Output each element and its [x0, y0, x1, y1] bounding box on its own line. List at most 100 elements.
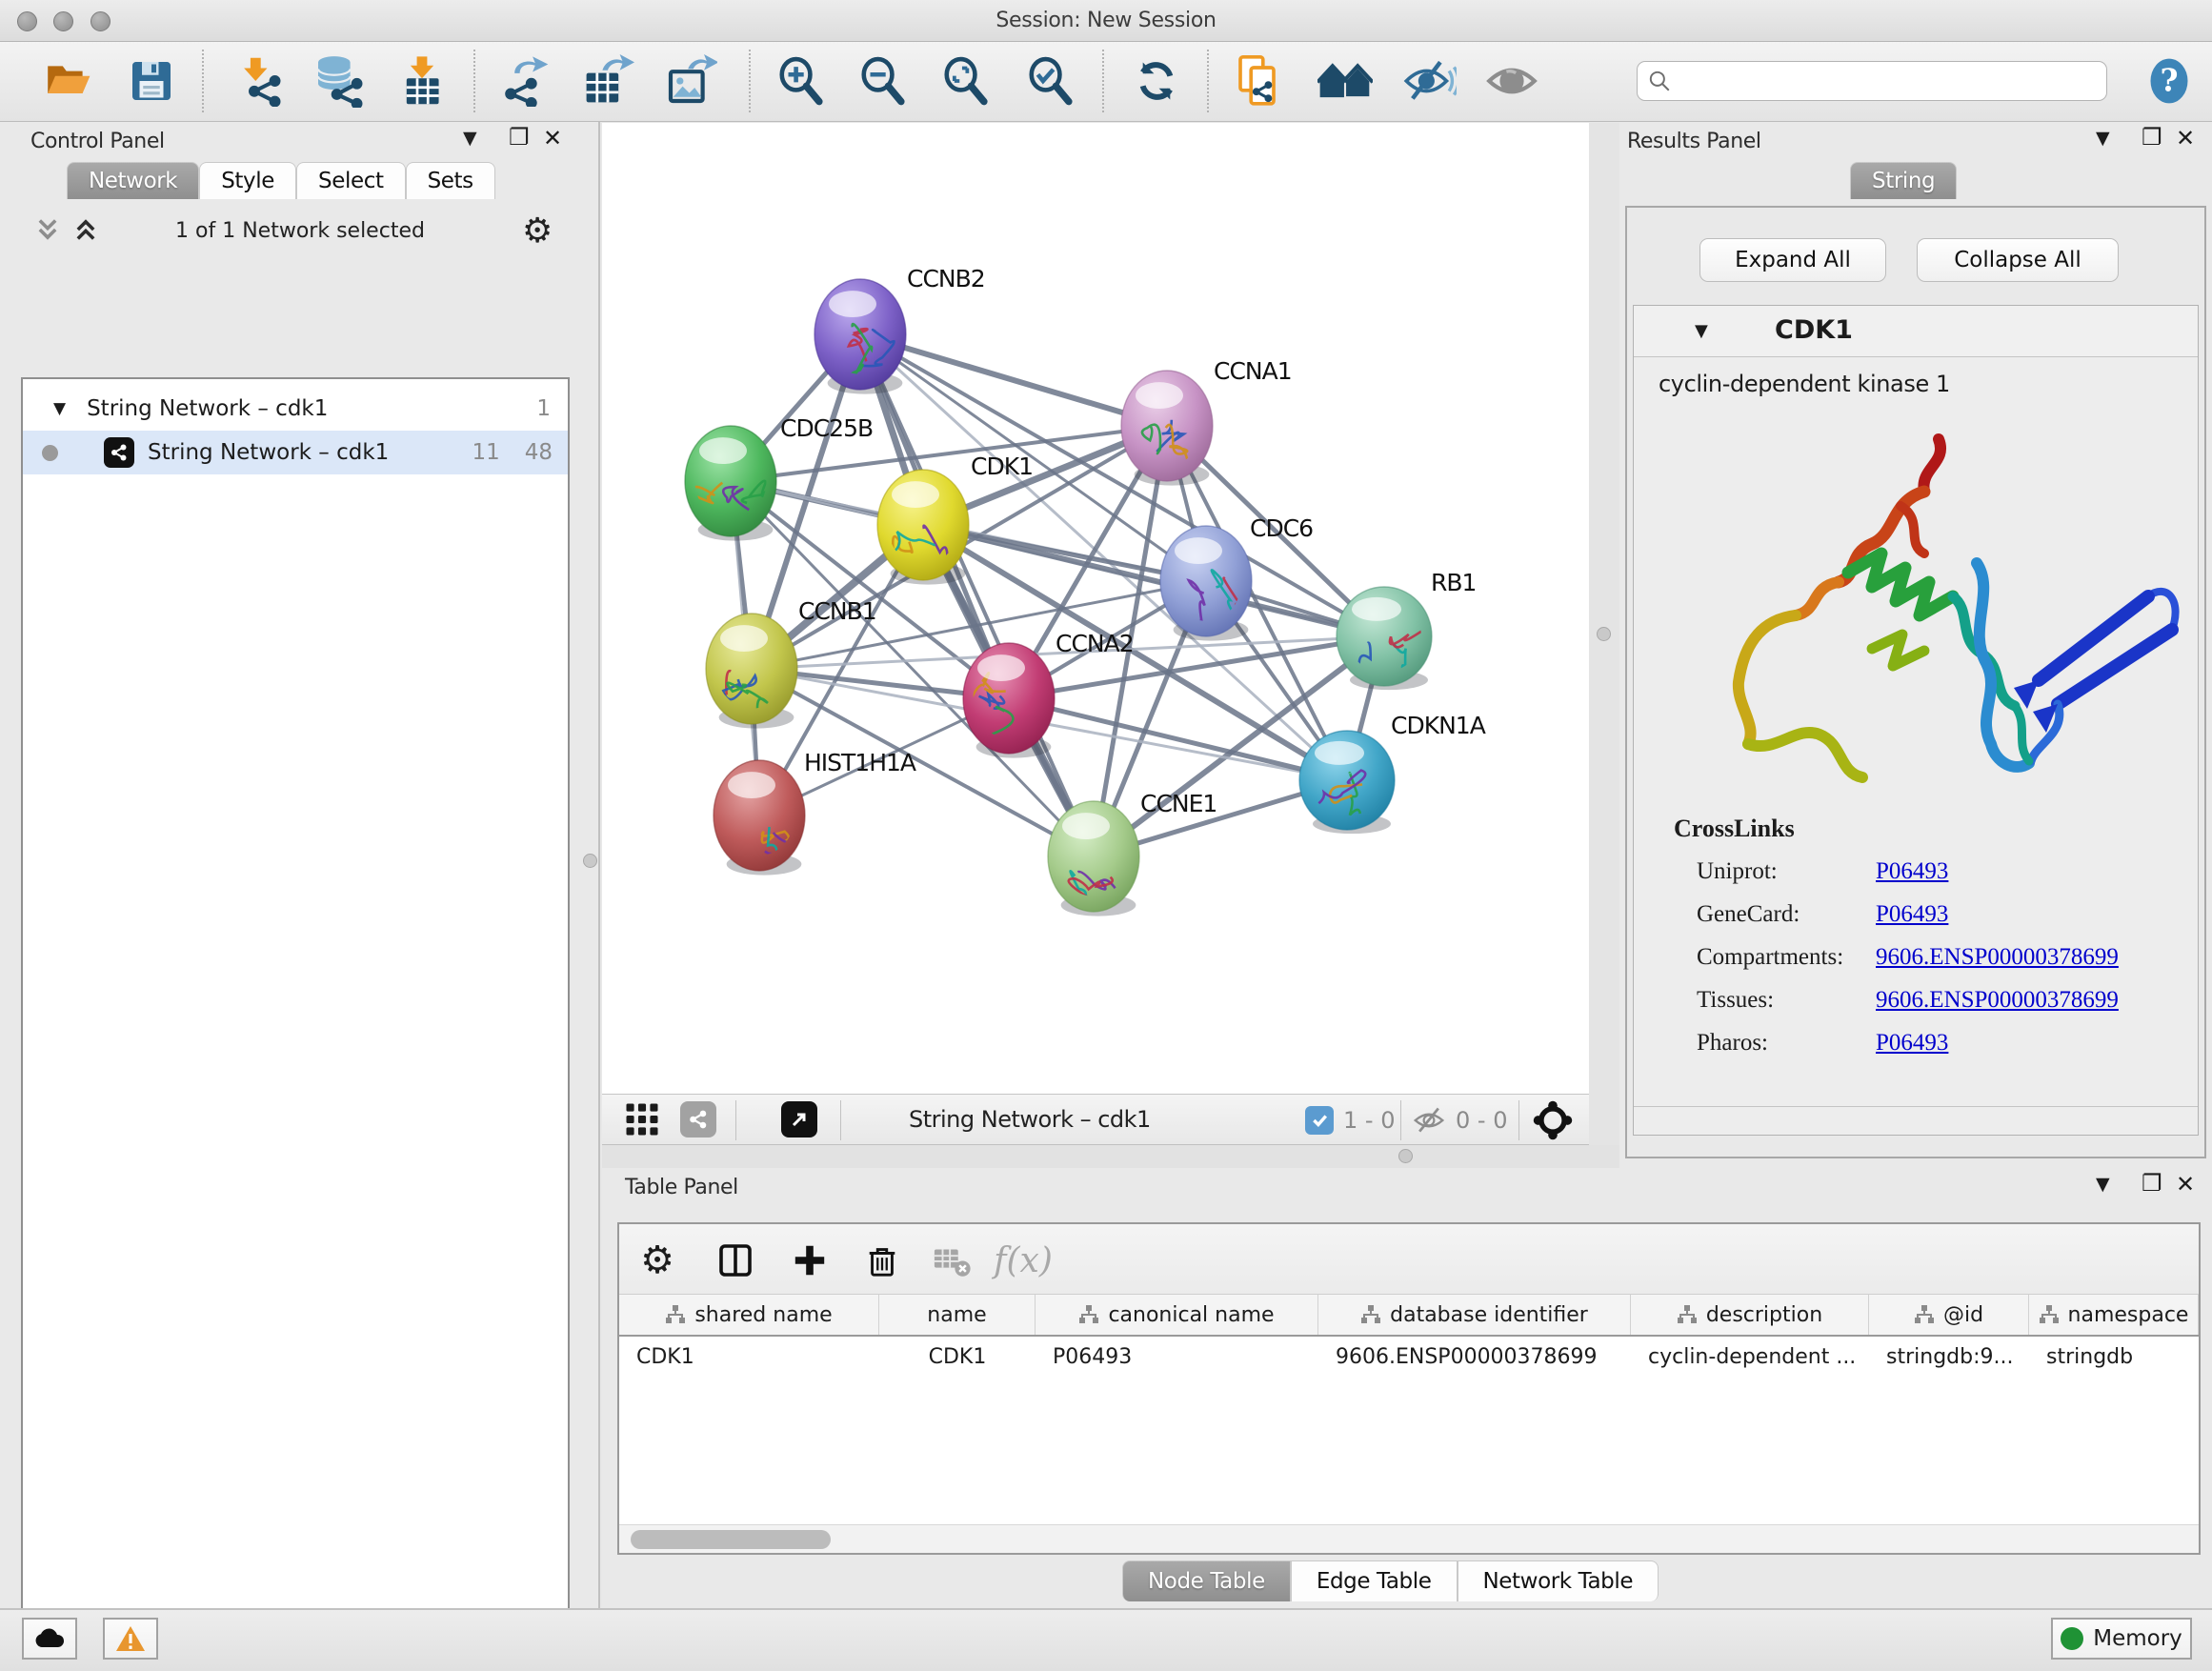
column-header-namespace[interactable]: namespace [2029, 1295, 2199, 1335]
table-settings-gear-icon[interactable]: ⚙ [634, 1238, 680, 1283]
column-header-name[interactable]: name [879, 1295, 1036, 1335]
warnings-button[interactable] [103, 1618, 158, 1660]
crosslink-value-link[interactable]: 9606.ENSP00000378699 [1876, 944, 2119, 971]
tab-node-table[interactable]: Node Table [1122, 1560, 1291, 1601]
tab-edge-table[interactable]: Edge Table [1291, 1560, 1458, 1601]
hide-selected-button[interactable] [1399, 51, 1458, 111]
zoom-in-button[interactable] [772, 51, 831, 111]
network-canvas[interactable]: CCNB2CCNA1CDC25BCDK1CDC6RB1CCNB1CCNA2CDK… [602, 123, 1589, 1094]
table-cell[interactable]: stringdb [2029, 1337, 2199, 1377]
toolbar-separator [1518, 1100, 1519, 1140]
table-cell[interactable]: P06493 [1036, 1337, 1318, 1377]
zoom-fit-button[interactable] [936, 51, 995, 111]
show-hidden-button[interactable] [1482, 51, 1541, 111]
collection-expand-icon[interactable]: ▼ [53, 399, 66, 418]
network-node-hist1h1a[interactable]: HIST1H1A [714, 749, 916, 876]
selected-checkbox-icon[interactable] [1305, 1106, 1334, 1135]
table-cell[interactable]: 9606.ENSP00000378699 [1318, 1337, 1631, 1377]
network-node-cdkn1a[interactable]: CDKN1A [1299, 712, 1486, 834]
network-share-view-icon[interactable] [680, 1101, 716, 1137]
zoom-out-button[interactable] [854, 51, 913, 111]
import-network-database-button[interactable] [309, 51, 368, 111]
splitter-handle[interactable] [583, 854, 597, 868]
table-cell[interactable]: CDK1 [879, 1337, 1036, 1377]
crosslink-value-link[interactable]: P06493 [1876, 858, 1948, 885]
save-session-button[interactable] [122, 51, 181, 111]
add-column-icon[interactable] [787, 1238, 833, 1283]
network-node-rb1[interactable]: RB1 [1337, 569, 1476, 706]
network-graph[interactable]: CCNB2CCNA1CDC25BCDK1CDC6RB1CCNB1CCNA2CDK… [602, 123, 1589, 1094]
crosslink-label: Compartments: [1697, 944, 1876, 971]
column-header-description[interactable]: description [1631, 1295, 1869, 1335]
hierarchy-column-icon [1677, 1304, 1698, 1325]
table-cell[interactable]: cyclin-dependent ... [1631, 1337, 1869, 1377]
export-network-button[interactable] [495, 51, 554, 111]
node-label-rb1: RB1 [1431, 569, 1476, 596]
import-database-icon [312, 54, 365, 108]
table-panel-menu-icon[interactable]: ▼ [2096, 1174, 2110, 1195]
warning-icon [115, 1624, 146, 1653]
column-header-shared-name[interactable]: shared name [619, 1295, 879, 1335]
network-node-ccnb2[interactable]: CCNB2 [814, 265, 985, 394]
crosslink-value-link[interactable]: 9606.ENSP00000378699 [1876, 987, 2119, 1014]
table-row[interactable]: CDK1CDK1P064939606.ENSP00000378699cyclin… [619, 1337, 2199, 1377]
tab-string[interactable]: String [1850, 162, 1957, 199]
grid-view-icon[interactable] [625, 1102, 659, 1140]
help-button[interactable]: ? [2140, 51, 2199, 111]
memory-button[interactable]: Memory [2051, 1618, 2192, 1660]
column-header-canonical-name[interactable]: canonical name [1036, 1295, 1318, 1335]
control-panel-menu-icon[interactable]: ▼ [463, 128, 477, 149]
zoom-selected-button[interactable] [1021, 51, 1080, 111]
export-table-button[interactable] [578, 51, 637, 111]
show-columns-icon[interactable] [713, 1238, 758, 1283]
tab-select[interactable]: Select [296, 162, 406, 199]
tab-network-table[interactable]: Network Table [1458, 1560, 1659, 1601]
control-panel-close-icon[interactable]: ✕ [543, 125, 562, 151]
expand-all-button[interactable]: Expand All [1699, 238, 1886, 282]
splitter-handle[interactable] [1597, 627, 1611, 641]
import-network-file-button[interactable] [229, 51, 288, 111]
table-cell[interactable]: stringdb:9... [1869, 1337, 2029, 1377]
network-row-selected[interactable]: String Network – cdk1 11 48 [23, 431, 568, 474]
table-cell[interactable]: CDK1 [619, 1337, 879, 1377]
clone-network-button[interactable] [1231, 51, 1290, 111]
export-image-button[interactable] [661, 51, 720, 111]
table-horizontal-scrollbar[interactable] [619, 1524, 2199, 1553]
table-panel-close-icon[interactable]: ✕ [2176, 1171, 2195, 1198]
collapse-all-button[interactable]: Collapse All [1917, 238, 2119, 282]
results-panel-menu-icon[interactable]: ▼ [2096, 128, 2110, 149]
show-all-networks-button[interactable] [1316, 51, 1375, 111]
cloud-status-button[interactable] [22, 1618, 77, 1660]
crosslinks-heading: CrossLinks [1674, 815, 1795, 843]
crosslink-value-link[interactable]: P06493 [1876, 1030, 1948, 1057]
tab-sets[interactable]: Sets [406, 162, 495, 199]
section-collapse-icon[interactable]: ▼ [1695, 321, 1708, 341]
import-table-file-button[interactable] [392, 51, 452, 111]
gene-section-header[interactable]: ▼ CDK1 [1634, 306, 2198, 357]
column-header--id[interactable]: @id [1869, 1295, 2029, 1335]
crosslink-row: Compartments:9606.ENSP00000378699 [1697, 944, 2173, 971]
table-header-row[interactable]: shared namenamecanonical namedatabase id… [619, 1295, 2199, 1337]
network-node-cdc25b[interactable]: CDC25B [685, 414, 873, 541]
table-panel-float-icon[interactable]: ❐ [2142, 1170, 2162, 1197]
scrollbar-thumb[interactable] [631, 1530, 831, 1549]
birds-eye-view-icon[interactable] [1532, 1099, 1574, 1145]
crosslink-value-link[interactable]: P06493 [1876, 901, 1948, 928]
tab-network[interactable]: Network [67, 162, 199, 199]
network-collection-row[interactable]: ▼ String Network – cdk1 1 [23, 387, 568, 431]
search-input[interactable] [1672, 69, 2106, 93]
control-panel-float-icon[interactable]: ❐ [509, 124, 530, 151]
results-panel-close-icon[interactable]: ✕ [2176, 125, 2195, 151]
detach-view-icon[interactable] [781, 1101, 817, 1137]
splitter-handle[interactable] [1398, 1149, 1413, 1163]
column-header-database-identifier[interactable]: database identifier [1318, 1295, 1631, 1335]
tab-style[interactable]: Style [199, 162, 296, 199]
network-node-ccne1[interactable]: CCNE1 [1048, 790, 1217, 934]
results-panel-float-icon[interactable]: ❐ [2142, 124, 2162, 151]
network-node-ccna2[interactable]: CCNA2 [963, 630, 1134, 758]
crosslink-row: GeneCard:P06493 [1697, 901, 2173, 928]
open-session-button[interactable] [38, 51, 97, 111]
refresh-button[interactable] [1127, 51, 1186, 111]
network-options-gear-icon[interactable]: ⚙ [522, 211, 553, 251]
delete-column-icon[interactable] [859, 1238, 905, 1283]
